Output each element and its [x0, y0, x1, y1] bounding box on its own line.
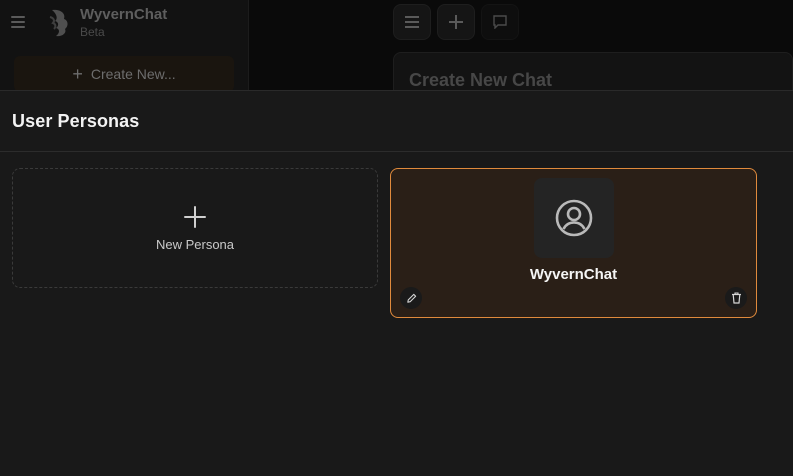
avatar	[534, 178, 614, 258]
create-new-label: Create New...	[90, 66, 176, 82]
app-title: WyvernChat	[80, 6, 168, 23]
persona-card[interactable]: WyvernChat	[390, 168, 757, 318]
create-chat-title: Create New Chat	[409, 70, 553, 90]
create-new-button[interactable]: + Create New...	[14, 56, 234, 90]
new-chat-button[interactable]	[437, 4, 475, 40]
modal-title: User Personas	[12, 110, 140, 131]
menu-toggle-button[interactable]	[393, 4, 431, 40]
menu-icon	[405, 16, 419, 28]
plus-icon: +	[72, 63, 83, 84]
menu-icon[interactable]	[11, 16, 25, 28]
plus-icon	[449, 15, 463, 29]
chats-button[interactable]	[481, 4, 519, 40]
wyvern-logo-icon	[46, 7, 72, 39]
background-app: WyvernChat Beta + Create New... Create N…	[0, 0, 793, 90]
user-personas-modal: User Personas New Persona WyvernChat	[0, 90, 793, 476]
new-persona-button[interactable]: New Persona	[12, 168, 378, 288]
edit-persona-button[interactable]	[400, 287, 422, 309]
delete-persona-button[interactable]	[725, 287, 747, 309]
modal-header: User Personas	[0, 91, 793, 152]
new-persona-label: New Persona	[155, 236, 235, 252]
sidebar: WyvernChat Beta + Create New...	[0, 0, 249, 90]
persona-name: WyvernChat	[529, 266, 618, 283]
app-subtitle: Beta	[80, 25, 105, 39]
plus-icon	[183, 205, 207, 229]
pencil-icon	[406, 293, 416, 303]
trash-icon	[731, 292, 741, 304]
chat-bubble-icon	[493, 15, 507, 29]
user-circle-icon	[555, 199, 593, 237]
